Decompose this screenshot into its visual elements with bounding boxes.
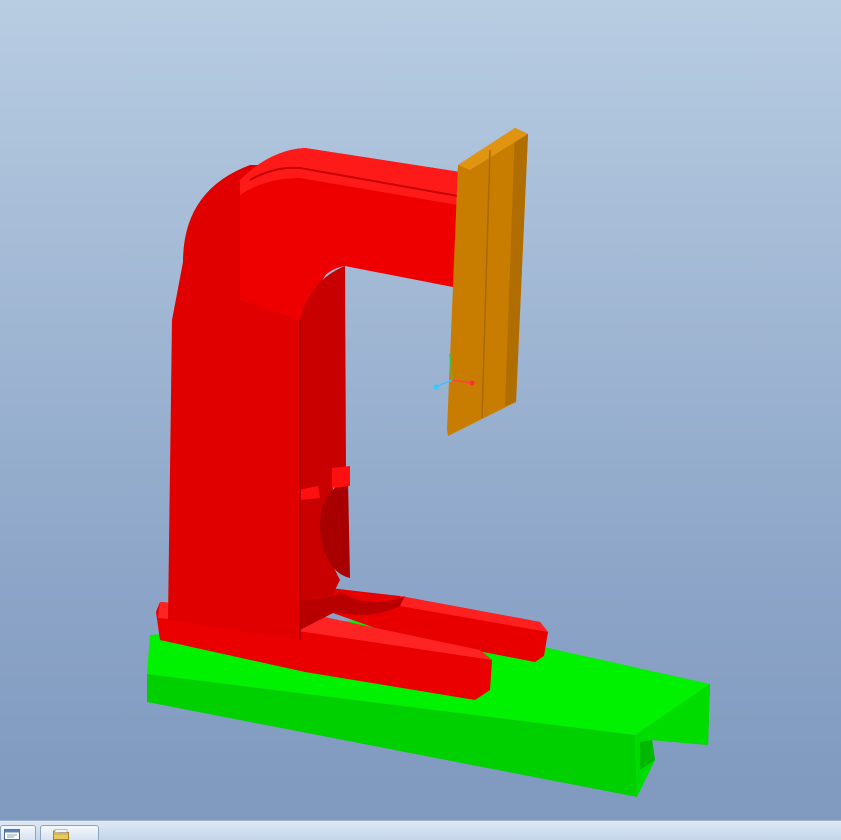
triad-z-tip	[433, 384, 439, 390]
window-icon	[4, 829, 20, 840]
taskbar-window-button[interactable]	[0, 825, 36, 840]
folder-icon	[53, 829, 69, 840]
triad-x-tip	[469, 380, 475, 386]
frame-bore-ledge	[332, 466, 350, 488]
graphics-viewport[interactable]	[0, 0, 841, 820]
taskbar	[0, 820, 841, 840]
taskbar-folder-button[interactable]	[40, 825, 99, 840]
orange-plate-part[interactable]	[447, 128, 528, 436]
3d-model-scene[interactable]	[0, 0, 841, 820]
